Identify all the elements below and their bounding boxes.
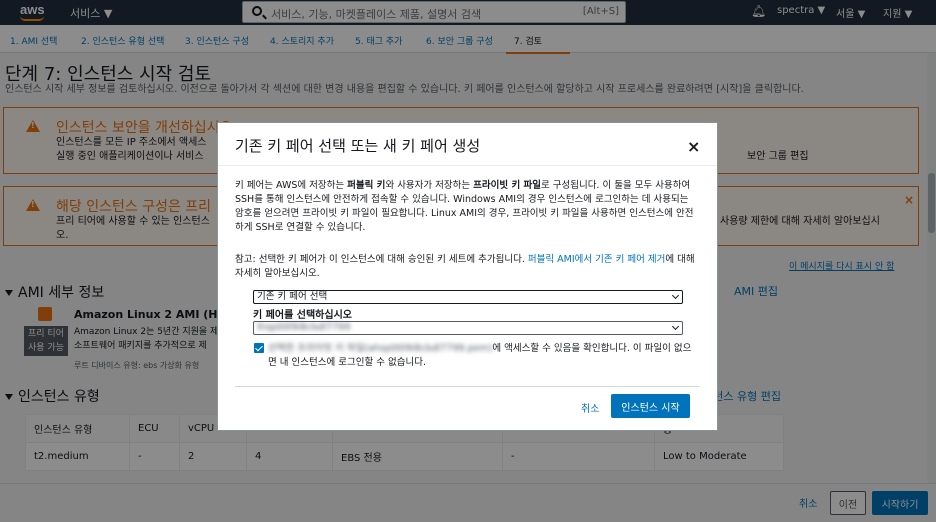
- acknowledge-checkbox[interactable]: [254, 343, 264, 353]
- acknowledge-text: 선택한 프라이빗 키 파일(ahsp00l9i8cbdl7799.pem)에 액…: [268, 343, 692, 368]
- remove-key-pair-link[interactable]: 퍼블릭 AMI에서 기존 키 페어 제거: [528, 254, 665, 265]
- launch-instance-button[interactable]: 인스턴스 시작: [611, 394, 690, 418]
- key-pair-note: 참고: 선택한 키 페어가 이 인스턴스에 대해 승인된 키 세트에 추가됩니다…: [235, 254, 695, 279]
- modal-title: 기존 키 페어 선택 또는 새 키 페어 생성: [235, 137, 481, 155]
- key-pair-modal: 기존 키 페어 선택 또는 새 키 페어 생성 × 키 페어는 AWS에 저장하…: [217, 122, 718, 431]
- key-pair-option-select[interactable]: 기존 키 페어 선택: [253, 290, 683, 304]
- close-icon[interactable]: ×: [687, 137, 700, 156]
- chevron-down-icon: [671, 322, 680, 331]
- modal-cancel-button[interactable]: 취소: [581, 400, 599, 415]
- key-pair-select[interactable]: Ihsp00l9i8cbdl7799: [253, 321, 683, 335]
- modal-divider: [218, 165, 717, 166]
- chevron-down-icon: [671, 291, 680, 300]
- modal-footer-divider: [235, 386, 700, 387]
- key-pair-field-label: 키 페어를 선택하십시오: [253, 310, 352, 321]
- key-pair-description: 키 페어는 AWS에 저장하는 퍼블릭 키와 사용자가 저장하는 프라이빗 키 …: [235, 180, 694, 233]
